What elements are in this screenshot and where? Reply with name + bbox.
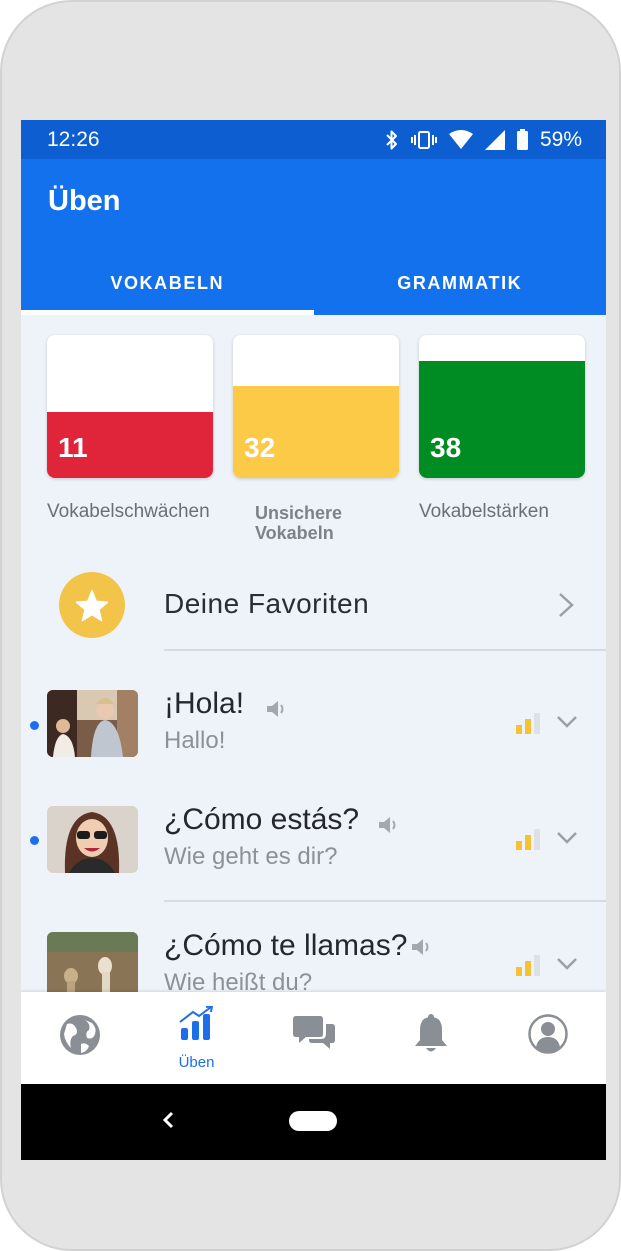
app-bar: Üben VOKABELN GRAMMATIK: [21, 159, 606, 315]
phone-frame: 12:26 59% Üben VOKABELN GRAMMATIK 11 32 …: [0, 0, 621, 1251]
page-title: Üben: [48, 185, 121, 217]
uncertain-vocab-count: 32: [244, 432, 276, 463]
nav-item-profile[interactable]: [489, 992, 606, 1084]
chat-bubbles-icon: [292, 1016, 335, 1049]
back-icon[interactable]: [161, 1108, 175, 1132]
favorites-label: Deine Favoriten: [164, 588, 370, 619]
chevron-down-icon[interactable]: [556, 957, 578, 971]
nav-item-notifications[interactable]: [372, 992, 489, 1084]
vibrate-icon: [410, 130, 437, 149]
phrase-translation: Wie geht es dir?: [164, 843, 338, 870]
uncertain-vocab-card[interactable]: 32: [233, 335, 399, 478]
chevron-right-icon: [559, 593, 574, 617]
globe-icon: [59, 1015, 100, 1055]
signal-icon: [484, 129, 505, 150]
star-icon: [75, 589, 109, 621]
new-indicator-dot: [30, 721, 39, 730]
phrase-thumbnail: [47, 690, 138, 757]
list-item[interactable]: ¿Cómo estás? Wie geht es dir?: [21, 776, 606, 886]
speaker-icon[interactable]: [377, 816, 399, 834]
strong-vocab-card[interactable]: 38: [419, 335, 585, 478]
speaker-icon[interactable]: [265, 700, 287, 718]
phrase-thumbnail: [47, 806, 138, 873]
uncertain-vocab-label: Unsichere Vokabeln: [255, 503, 343, 543]
speaker-icon[interactable]: [410, 938, 432, 956]
profile-icon: [527, 1014, 568, 1054]
chevron-down-icon[interactable]: [556, 715, 578, 729]
app-screen: 12:26 59% Üben VOKABELN GRAMMATIK 11 32 …: [21, 120, 606, 1160]
phrase-thumbnail: [47, 932, 138, 999]
new-indicator-dot: [30, 836, 39, 845]
bottom-navigation: Üben: [21, 992, 606, 1084]
weak-vocab-count: 11: [58, 432, 88, 463]
vocab-stats: 11 32 38 Vokabelschwächen Unsichere Voka…: [47, 335, 587, 545]
bell-icon: [414, 1014, 447, 1052]
chevron-down-icon[interactable]: [556, 831, 578, 845]
favorites-badge: [59, 572, 125, 638]
list-item[interactable]: ¡Hola! Hallo!: [21, 660, 606, 770]
tab-grammatik[interactable]: GRAMMATIK: [314, 269, 607, 315]
favorites-row[interactable]: Deine Favoriten: [21, 550, 606, 650]
strong-vocab-count: 38: [430, 432, 462, 463]
nav-item-uben[interactable]: Üben: [138, 992, 255, 1084]
phrase-title: ¿Cómo estás?: [164, 803, 360, 836]
practice-chart-icon: [178, 1006, 213, 1040]
divider: [164, 649, 606, 651]
battery-percent: 59%: [539, 127, 582, 151]
home-button[interactable]: [289, 1111, 337, 1131]
strength-bars-icon: [516, 955, 540, 976]
strong-vocab-label: Vokabelstärken: [419, 501, 549, 522]
nav-item-chat[interactable]: [255, 992, 372, 1084]
nav-label-uben: Üben: [178, 1054, 215, 1071]
strength-bars-icon: [516, 829, 540, 850]
weak-vocab-card[interactable]: 11: [47, 335, 213, 478]
strength-bars-icon: [516, 713, 540, 734]
bluetooth-icon: [386, 130, 397, 149]
battery-icon: [516, 129, 528, 150]
phrase-translation: Hallo!: [164, 727, 226, 754]
weak-vocab-label: Vokabelschwächen: [47, 501, 210, 522]
status-bar: 12:26 59%: [21, 120, 606, 159]
system-navigation-bar: [21, 1084, 606, 1160]
status-time: 12:26: [47, 127, 100, 151]
nav-item-explore[interactable]: [21, 992, 138, 1084]
tab-vokabeln[interactable]: VOKABELN: [21, 269, 314, 315]
tab-bar: VOKABELN GRAMMATIK: [21, 269, 606, 315]
phrase-title: ¡Hola!: [164, 687, 245, 720]
wifi-icon: [448, 130, 473, 149]
status-icons: 59%: [385, 128, 582, 152]
phrase-title: ¿Cómo te llamas?: [164, 929, 408, 962]
